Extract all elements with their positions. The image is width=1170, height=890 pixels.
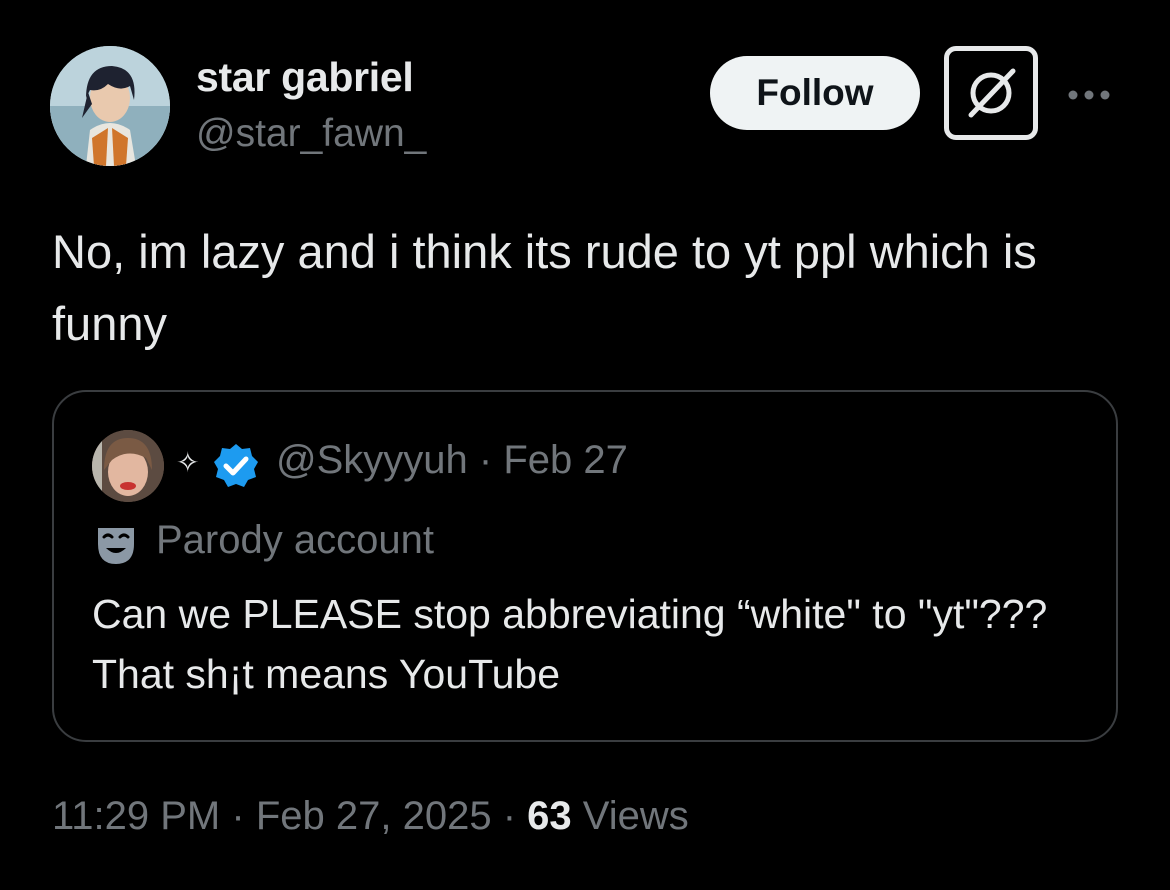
user-avatar-icon [50,46,170,166]
quoted-name-sparkle: ✧ [176,447,200,478]
follow-button[interactable]: Follow [710,56,920,130]
more-dots-icon [1068,90,1110,100]
quoted-date[interactable]: Feb 27 [503,438,628,482]
quoted-tweet-card[interactable]: ✧ @Skyyyuh · Feb 27 Parody account Can w… [52,390,1118,742]
verified-check-icon [214,444,258,487]
quoted-meta-line: @Skyyyuh · Feb 27 [276,438,628,483]
quoted-author-avatar[interactable] [92,430,164,502]
quoted-avatar-icon [92,430,164,502]
tweet-date[interactable]: Feb 27, 2025 [256,794,492,838]
meta-separator: · [231,794,245,838]
quoted-handle[interactable]: @Skyyyuh [276,438,468,482]
more-options-button[interactable] [1064,80,1114,110]
author-handle[interactable]: @star_fawn_ [196,112,426,156]
tweet-text: No, im lazy and i think its rude to yt p… [52,225,1037,350]
author-display-name[interactable]: star gabriel [196,54,414,101]
theater-mask-icon [98,528,134,564]
quoted-tweet-text: Can we PLEASE stop abbreviating “white" … [92,591,1048,697]
meta-separator-2: · [502,794,517,838]
quoted-separator: · [478,438,493,482]
views-label: Views [582,794,689,838]
author-avatar[interactable] [50,46,170,166]
tweet-time[interactable]: 11:29 PM [52,794,220,838]
tweet: star gabriel @star_fawn_ Follow No, im l… [0,0,1170,890]
follow-button-label: Follow [756,72,874,113]
grok-button[interactable] [944,46,1038,140]
views-count: 63 [527,794,572,838]
grok-icon [968,68,1016,118]
tweet-meta: 11:29 PM · Feb 27, 2025 · 63 Views [52,794,689,839]
parody-account-label: Parody account [156,518,434,562]
